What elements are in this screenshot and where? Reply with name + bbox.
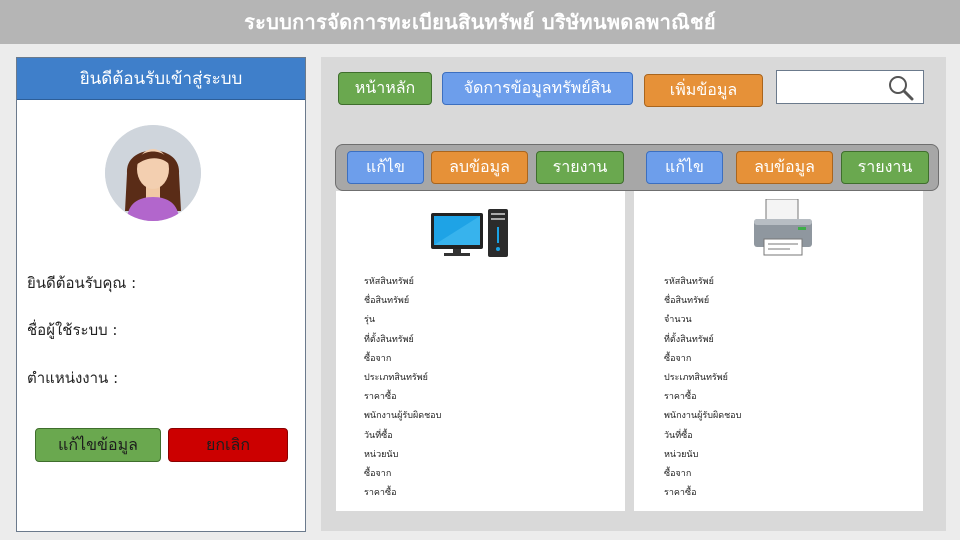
position-label: ตำแหน่งงาน : bbox=[27, 369, 119, 387]
field-item: ซื้อจาก bbox=[364, 353, 392, 364]
manage-assets-button[interactable]: จัดการข้อมูลทรัพย์สิน bbox=[442, 72, 633, 105]
card2-report-button[interactable]: รายงาน bbox=[841, 151, 929, 184]
printer-icon bbox=[754, 199, 812, 256]
cancel-button[interactable]: ยกเลิก bbox=[168, 428, 288, 462]
title-bar: ระบบการจัดการทะเบียนสินทรัพย์ บริษัทนพดล… bbox=[0, 0, 960, 44]
field-item: รหัสสินทรัพย์ bbox=[664, 277, 714, 287]
field-item: ที่ตั้งสินทรัพย์ bbox=[364, 334, 414, 345]
field-item: วันที่ซื้อ bbox=[664, 430, 693, 441]
field-item: ที่ตั้งสินทรัพย์ bbox=[664, 334, 714, 345]
field-item: ชื่อสินทรัพย์ bbox=[364, 296, 410, 307]
computer-icon bbox=[431, 209, 508, 257]
field-item: ซื้อจาก bbox=[664, 353, 692, 364]
field-item: หน่วยนับ bbox=[664, 449, 699, 460]
field-item: ราคาซื้อ bbox=[364, 392, 397, 403]
card1-edit-button[interactable]: แก้ไข bbox=[347, 151, 424, 184]
card1-delete-button[interactable]: ลบข้อมูล bbox=[431, 151, 528, 184]
field-item: รหัสสินทรัพย์ bbox=[364, 277, 414, 287]
field-item: ราคาซื้อ bbox=[664, 488, 697, 499]
asset-card-printer[interactable]: รหัสสินทรัพย์ ชื่อสินทรัพย์ จำนวน ที่ตั้… bbox=[634, 191, 923, 511]
field-item: ประเภทสินทรัพย์ bbox=[364, 372, 428, 383]
user-panel: ยินดีต้อนรับเข้าสู่ระบบ ยินดีต้อนรับคุณ … bbox=[16, 57, 306, 532]
field-item: พนักงานผู้รับผิดชอบ bbox=[364, 411, 442, 422]
welcome-label: ยินดีต้อนรับคุณ : bbox=[27, 274, 137, 292]
user-panel-header: ยินดีต้อนรับเข้าสู่ระบบ bbox=[17, 58, 305, 100]
field-item: ซื้อจาก bbox=[364, 468, 392, 479]
field-item: หน่วยนับ bbox=[364, 449, 399, 460]
card2-edit-button[interactable]: แก้ไข bbox=[646, 151, 723, 184]
field-item: ราคาซื้อ bbox=[364, 488, 397, 499]
asset-card-computer[interactable]: รหัสสินทรัพย์ ชื่อสินทรัพย์ รุ่น ที่ตั้ง… bbox=[336, 191, 625, 511]
card1-field-list: รหัสสินทรัพย์ ชื่อสินทรัพย์ รุ่น ที่ตั้ง… bbox=[364, 273, 441, 503]
user-avatar-icon bbox=[105, 125, 201, 221]
field-item: ราคาซื้อ bbox=[664, 392, 697, 403]
home-button[interactable]: หน้าหลัก bbox=[338, 72, 432, 105]
field-item: พนักงานผู้รับผิดชอบ bbox=[664, 411, 742, 422]
app-title: ระบบการจัดการทะเบียนสินทรัพย์ บริษัทนพดล… bbox=[244, 10, 716, 34]
field-item: ชื่อสินทรัพย์ bbox=[664, 296, 710, 307]
card2-delete-button[interactable]: ลบข้อมูล bbox=[736, 151, 833, 184]
username-label: ชื่อผู้ใช้ระบบ : bbox=[27, 321, 118, 339]
card1-report-button[interactable]: รายงาน bbox=[536, 151, 624, 184]
field-item: ประเภทสินทรัพย์ bbox=[664, 372, 728, 383]
search-input[interactable] bbox=[776, 70, 924, 104]
search-icon[interactable] bbox=[887, 75, 915, 101]
field-item: จำนวน bbox=[664, 315, 692, 326]
field-item: วันที่ซื้อ bbox=[364, 430, 393, 441]
field-item: รุ่น bbox=[364, 315, 375, 326]
main-area: หน้าหลัก จัดการข้อมูลทรัพย์สิน เพิ่มข้อม… bbox=[321, 57, 946, 531]
card2-field-list: รหัสสินทรัพย์ ชื่อสินทรัพย์ จำนวน ที่ตั้… bbox=[664, 273, 741, 503]
edit-profile-button[interactable]: แก้ไขข้อมูล bbox=[35, 428, 161, 462]
add-data-button[interactable]: เพิ่มข้อมูล bbox=[644, 74, 763, 107]
field-item: ซื้อจาก bbox=[664, 468, 692, 479]
